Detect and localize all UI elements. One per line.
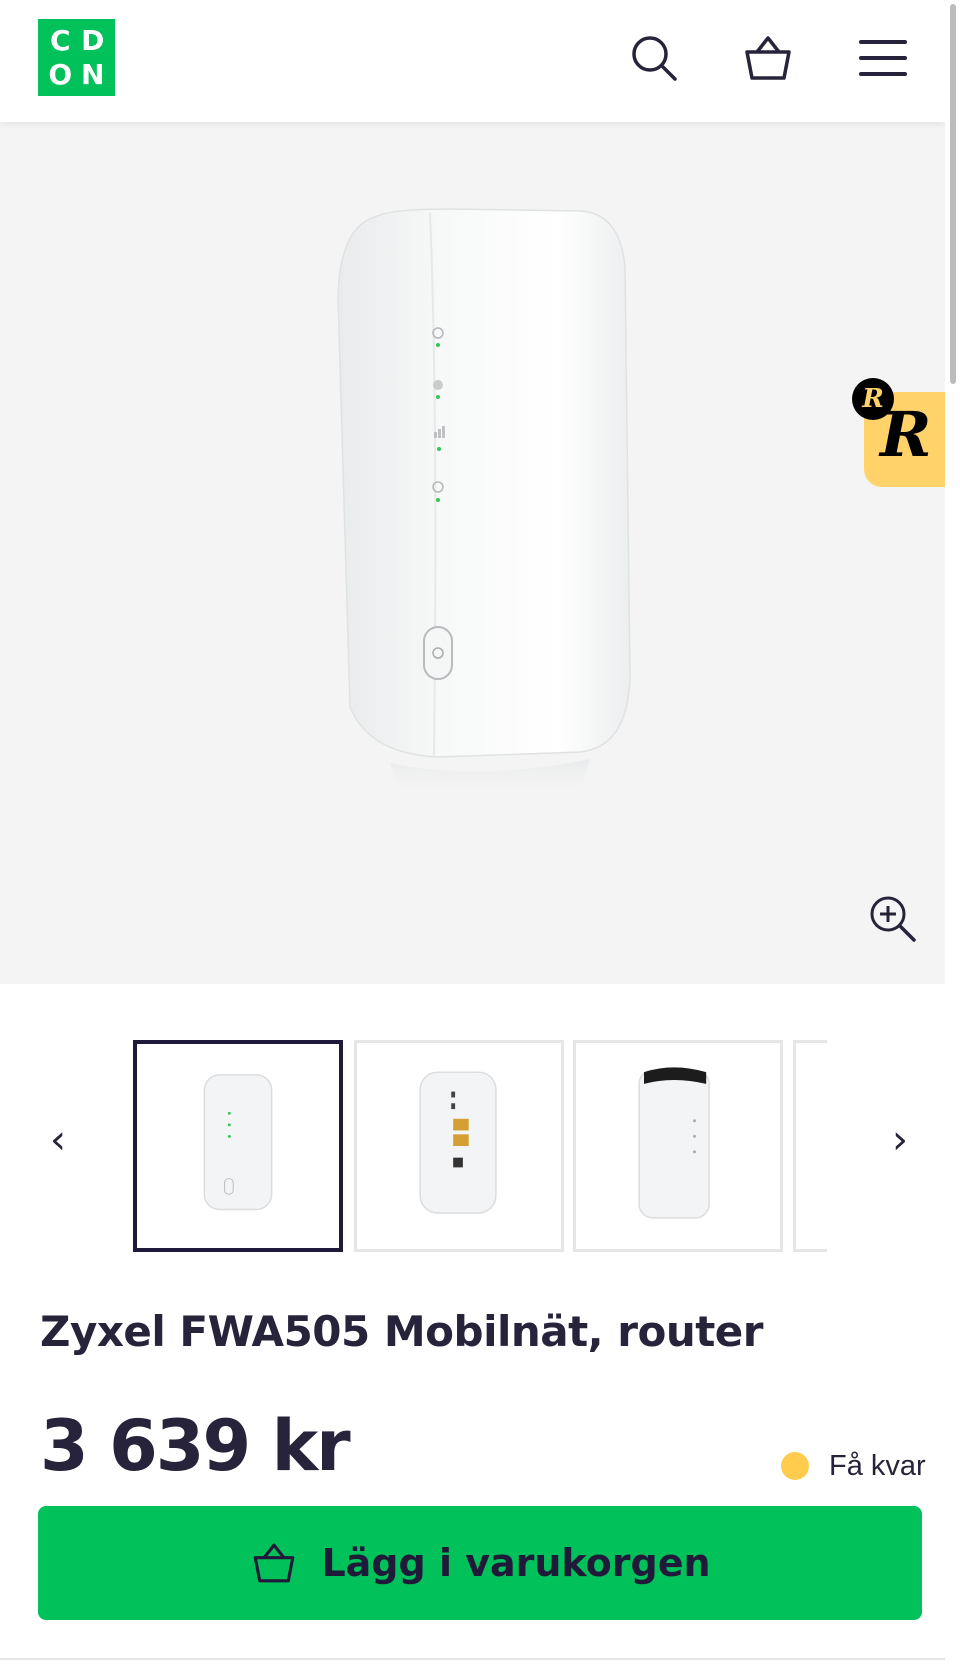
thumbnail-router-partial[interactable] <box>793 1040 827 1252</box>
product-title: Zyxel FWA505 Mobilnät, router <box>40 1307 764 1356</box>
scrollbar[interactable] <box>945 0 960 1668</box>
chevron-right-icon[interactable]: › <box>880 1110 920 1170</box>
zoom-in-icon[interactable] <box>866 892 920 946</box>
thumbnail-carousel: ‹ › <box>0 1040 945 1252</box>
search-icon[interactable] <box>626 30 682 86</box>
site-header: C D O N <box>0 0 945 122</box>
chevron-left-icon[interactable]: ‹ <box>38 1110 78 1170</box>
basket-icon[interactable] <box>740 30 796 86</box>
add-to-cart-label: Lägg i varukorgen <box>321 1541 711 1585</box>
menu-icon[interactable] <box>855 30 911 86</box>
badge-big-r-icon: R <box>880 398 932 471</box>
thumbnail-router-angle[interactable] <box>573 1040 783 1252</box>
product-page: C D O N R R ‹ › Zyxel FWA505 Mobilnät, r… <box>0 0 960 1668</box>
stock-label: Få kvar <box>829 1449 926 1482</box>
product-price: 3 639 kr <box>40 1405 351 1487</box>
logo-letter-o: O <box>48 57 73 91</box>
thumbnail-router-back[interactable] <box>354 1040 564 1252</box>
thumbnail-viewport <box>133 1040 827 1252</box>
basket-icon <box>254 1543 295 1583</box>
logo-letter-c: C <box>49 24 71 57</box>
thumbnail-router-front[interactable] <box>133 1040 343 1252</box>
scrollbar-thumb[interactable] <box>950 4 956 384</box>
stock-status: Få kvar <box>781 1450 926 1482</box>
logo-letter-n: N <box>81 57 105 91</box>
stock-indicator-dot <box>781 1452 809 1480</box>
cdon-logo[interactable]: C D O N <box>38 19 115 96</box>
add-to-cart-button[interactable]: Lägg i varukorgen <box>38 1506 922 1620</box>
divider <box>0 1658 945 1660</box>
logo-letter-d: D <box>81 24 105 57</box>
product-image-viewer[interactable] <box>0 122 945 984</box>
product-image-router <box>337 208 631 797</box>
